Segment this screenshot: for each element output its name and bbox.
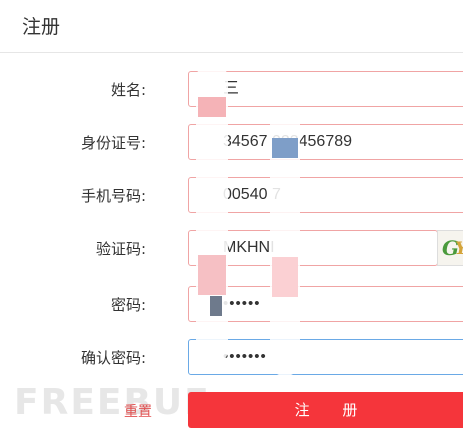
register-submit-button[interactable]: 注 册 xyxy=(188,392,463,428)
id-card-value: 34567 023456789 xyxy=(223,133,353,150)
name-value: 三 xyxy=(223,80,240,97)
page-header: 注册 xyxy=(0,0,463,53)
name-label: 姓名: xyxy=(110,81,146,99)
password-value: •••••• xyxy=(223,295,261,312)
phone-input[interactable]: 00540 7 xyxy=(188,177,463,213)
page-title: 注册 xyxy=(22,16,61,38)
id-card-input[interactable]: 34567 023456789 xyxy=(188,124,463,160)
password-label: 密码: xyxy=(110,296,146,314)
phone-label: 手机号码: xyxy=(80,187,146,205)
captcha-value: MKHNI xyxy=(223,239,275,256)
captcha-char-2: Y xyxy=(455,239,463,259)
id-card-row: 身份证号: 34567 023456789 xyxy=(0,124,463,164)
password-row: 密码: •••••• xyxy=(0,286,463,326)
confirm-password-value: ••••••• xyxy=(223,348,267,365)
name-input[interactable]: 三 xyxy=(188,71,463,107)
freebuf-watermark: FREEBUF xyxy=(14,382,211,423)
reset-button[interactable]: 重置 xyxy=(124,401,152,421)
confirm-password-input[interactable]: ••••••• xyxy=(188,339,463,375)
phone-row: 手机号码: 00540 7 xyxy=(0,177,463,217)
captcha-input[interactable]: MKHNI xyxy=(188,230,438,266)
captcha-label: 验证码: xyxy=(95,240,146,258)
captcha-row: 验证码: MKHNI G Y xyxy=(0,230,463,270)
register-page: 注册 姓名: 三 身份证号: 34567 023456789 手机号码: 005… xyxy=(0,0,463,433)
password-input[interactable]: •••••• xyxy=(188,286,463,322)
id-card-label: 身份证号: xyxy=(80,134,146,152)
captcha-image[interactable]: G Y xyxy=(437,230,463,266)
confirm-password-label: 确认密码: xyxy=(80,349,146,367)
confirm-password-row: 确认密码: ••••••• xyxy=(0,339,463,379)
phone-value: 00540 7 xyxy=(223,186,281,203)
name-row: 姓名: 三 xyxy=(0,71,463,111)
